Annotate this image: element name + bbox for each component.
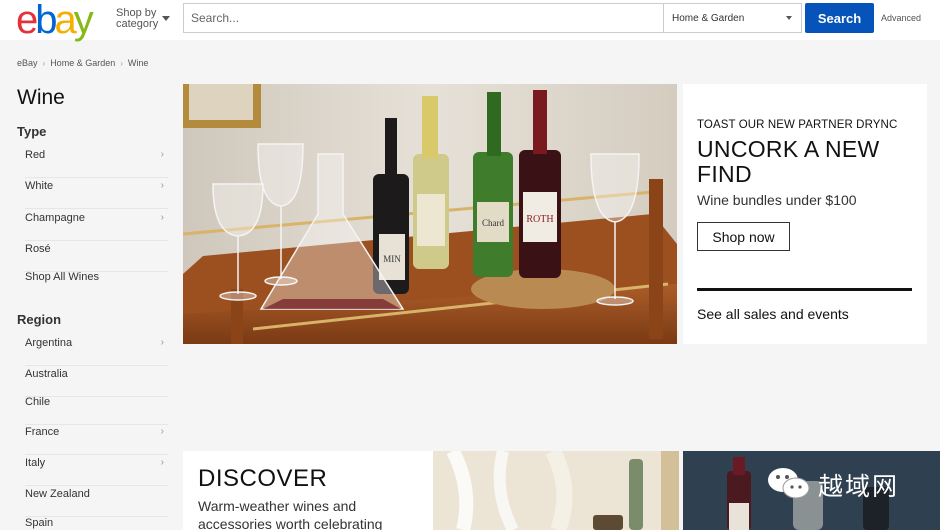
sidebar-item-spain[interactable]: Spain <box>25 516 168 530</box>
ebay-logo[interactable]: ebay <box>16 0 94 42</box>
sidebar-item-white[interactable]: White › <box>25 179 168 209</box>
sidebar-item-label: Champagne <box>25 212 85 224</box>
watermark-text: 越域网 <box>818 472 900 501</box>
sidebar-item-label: Rosé <box>25 243 51 255</box>
sidebar-item-label: Shop All Wines <box>25 271 99 283</box>
promo-subtitle: Wine bundles under $100 <box>697 192 857 208</box>
sidebar-item-new-zealand[interactable]: New Zealand <box>25 487 168 517</box>
discover-title: DISCOVER <box>198 465 328 492</box>
discover-card[interactable]: DISCOVER Warm-weather wines and accessor… <box>183 451 433 530</box>
shop-by-category-label: Shop by category <box>116 7 159 30</box>
chevron-right-icon: › <box>160 149 164 160</box>
promo-divider <box>697 288 912 291</box>
discover-subtitle: Warm-weather wines and accessories worth… <box>198 498 383 530</box>
breadcrumb-separator-icon: › <box>120 59 123 68</box>
chevron-right-icon: › <box>160 212 164 223</box>
wine-accessories-image[interactable] <box>433 451 679 530</box>
svg-text:Chard: Chard <box>482 218 504 228</box>
see-all-sales-link[interactable]: See all sales and events <box>697 306 849 322</box>
chevron-right-icon: › <box>160 337 164 348</box>
sidebar-item-argentina[interactable]: Argentina › <box>25 336 168 366</box>
breadcrumb-ebay[interactable]: eBay <box>17 58 38 68</box>
sidebar-item-label: Argentina <box>25 337 73 349</box>
chevron-right-icon: › <box>160 457 164 468</box>
sidebar-item-shop-all-wines[interactable]: Shop All Wines <box>25 270 168 300</box>
sidebar-item-label: New Zealand <box>25 488 90 500</box>
watermark: 越域网 <box>764 463 940 503</box>
advanced-search-link[interactable]: Advanced <box>881 13 921 23</box>
sidebar-item-label: Red <box>25 149 46 161</box>
wechat-icon <box>768 468 810 499</box>
sidebar-item-label: Italy <box>25 457 46 469</box>
type-heading: Type <box>17 124 47 139</box>
svg-text:MIN: MIN <box>383 254 401 264</box>
sidebar-item-champagne[interactable]: Champagne › <box>25 211 168 241</box>
header-bar: ebay Shop by category Home & Garden Sear… <box>0 0 940 40</box>
shop-by-category-button[interactable]: Shop by category <box>116 8 178 30</box>
logo-letter-b: b <box>35 0 57 42</box>
category-select-value: Home & Garden <box>672 13 745 24</box>
sidebar-item-france[interactable]: France › <box>25 425 168 455</box>
logo-letter-a: a <box>54 0 77 42</box>
sidebar-item-label: Chile <box>25 396 51 408</box>
sidebar-item-australia[interactable]: Australia <box>25 367 168 397</box>
chevron-right-icon: › <box>160 180 164 191</box>
sidebar-item-label: White <box>25 180 54 192</box>
search-button[interactable]: Search <box>805 3 874 33</box>
wine-bar-cart-image[interactable]: MIN Chard ROTH <box>183 84 677 344</box>
promo-headline: UNCORK A NEW FIND <box>697 136 880 187</box>
promo-kicker: TOAST OUR NEW PARTNER DRYNC <box>697 119 898 131</box>
breadcrumb: eBay › Home & Garden › Wine <box>17 58 148 68</box>
logo-letter-y: y <box>73 0 94 42</box>
chevron-down-icon <box>162 16 170 21</box>
sidebar-item-label: France <box>25 426 60 438</box>
page-title: Wine <box>17 86 65 109</box>
svg-text:ROTH: ROTH <box>526 214 553 225</box>
sidebar-item-italy[interactable]: Italy › <box>25 456 168 486</box>
region-heading: Region <box>17 312 62 327</box>
breadcrumb-home-garden[interactable]: Home & Garden <box>50 58 115 68</box>
category-select[interactable]: Home & Garden <box>663 3 802 33</box>
sidebar-item-chile[interactable]: Chile <box>25 395 168 425</box>
wine-bar-cart-photo: MIN Chard ROTH <box>183 84 677 344</box>
logo-letter-e: e <box>16 0 38 42</box>
chevron-down-icon <box>786 16 792 20</box>
shop-now-button[interactable]: Shop now <box>697 222 790 251</box>
sidebar-item-rose[interactable]: Rosé <box>25 242 168 272</box>
breadcrumb-wine[interactable]: Wine <box>128 58 149 68</box>
chevron-right-icon: › <box>160 426 164 437</box>
sidebar-item-label: Spain <box>25 517 54 529</box>
breadcrumb-separator-icon: › <box>42 59 46 68</box>
search-input[interactable] <box>183 3 664 33</box>
sidebar-item-red[interactable]: Red › <box>25 148 168 178</box>
sidebar-item-label: Australia <box>25 368 68 380</box>
promo-panel: TOAST OUR NEW PARTNER DRYNC UNCORK A NEW… <box>683 84 927 344</box>
accessories-photo <box>433 451 679 530</box>
